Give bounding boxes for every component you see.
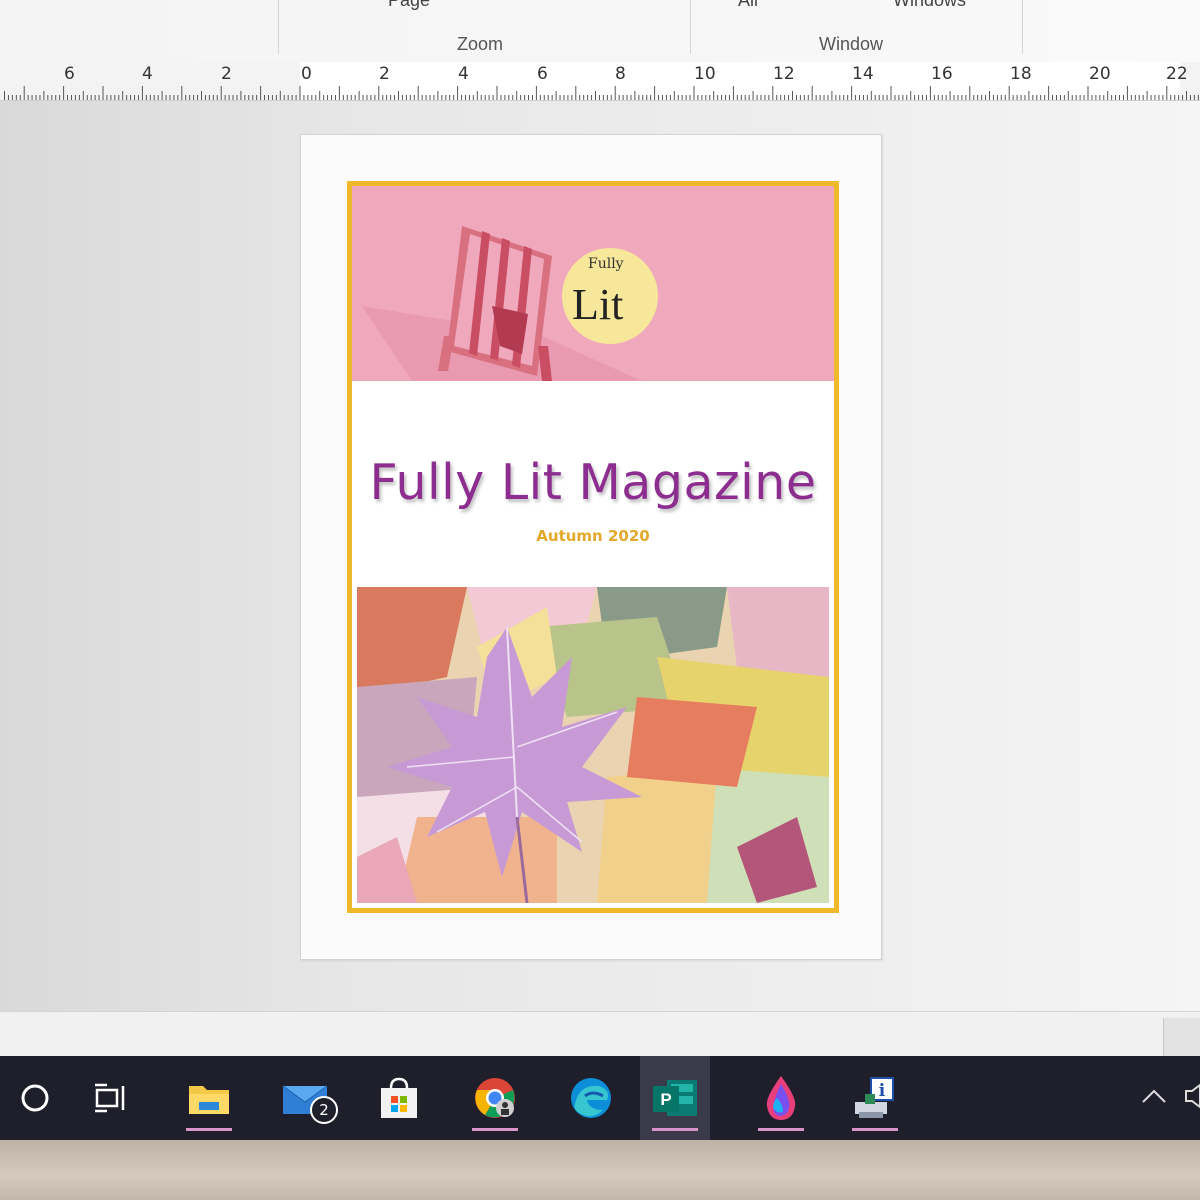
ribbon: Page All Windows Zoom Window [0, 0, 1200, 63]
running-indicator [852, 1128, 898, 1131]
edge-icon [569, 1076, 613, 1120]
ruler-number: 4 [142, 64, 153, 84]
ribbon-button-page[interactable]: Page [388, 0, 430, 11]
running-indicator [472, 1128, 518, 1131]
search-circle-icon [19, 1082, 51, 1114]
store-bag-icon [377, 1076, 421, 1120]
taskbar-mail[interactable]: 2 [270, 1056, 340, 1140]
ruler-number: 0 [301, 64, 312, 84]
ruler-number: 8 [615, 64, 626, 84]
monitor-bezel [0, 1140, 1200, 1200]
ribbon-separator [278, 0, 279, 54]
ruler-number: 22 [1166, 64, 1188, 84]
ribbon-separator [1022, 0, 1023, 54]
status-bar [0, 1011, 1200, 1057]
mail-unread-badge: 2 [310, 1096, 338, 1124]
ribbon-button-all[interactable]: All [738, 0, 758, 11]
ribbon-separator [690, 0, 691, 54]
logo-large-text: Lit [572, 280, 624, 329]
running-indicator [186, 1128, 232, 1131]
publisher-letter: P [660, 1090, 671, 1109]
taskbar-edge[interactable] [556, 1056, 626, 1140]
taskbar-search[interactable] [0, 1056, 70, 1140]
taskbar-file-explorer[interactable] [174, 1056, 244, 1140]
document-canvas[interactable]: Fully Lit Fully Lit Magazine Autumn 2020 [0, 101, 1200, 1011]
cover-subtitle[interactable]: Autumn 2020 [352, 527, 834, 545]
taskbar-task-view[interactable] [76, 1056, 146, 1140]
ruler-number: 6 [537, 64, 548, 84]
ruler-number: 20 [1089, 64, 1111, 84]
scrollbar-corner[interactable] [1163, 1018, 1200, 1056]
taskbar-info-app[interactable]: i [840, 1056, 910, 1140]
ruler-number: 10 [694, 64, 716, 84]
ruler-number: 14 [852, 64, 874, 84]
ribbon-group-window: Window [819, 34, 884, 54]
magazine-cover[interactable]: Fully Lit Fully Lit Magazine Autumn 2020 [347, 181, 839, 913]
cover-banner[interactable]: Fully Lit [352, 186, 834, 381]
ruler-number: 18 [1010, 64, 1032, 84]
ribbon-button-windows[interactable]: Windows [893, 0, 966, 11]
cover-title[interactable]: Fully Lit Magazine [352, 454, 834, 511]
ruler-number: 16 [931, 64, 953, 84]
info-printer-icon: i [851, 1076, 899, 1120]
autumn-leaves-image[interactable] [357, 587, 829, 903]
tray-show-hidden-icons[interactable] [1134, 1056, 1174, 1140]
taskbar-paint-3d[interactable] [746, 1056, 816, 1140]
task-view-icon [93, 1082, 129, 1114]
info-letter: i [879, 1081, 886, 1101]
running-indicator [758, 1128, 804, 1131]
running-indicator [652, 1128, 698, 1131]
ruler-number: 2 [221, 64, 232, 84]
publisher-icon: P [651, 1076, 699, 1120]
taskbar-publisher[interactable]: P [640, 1056, 710, 1140]
chevron-up-icon [1141, 1087, 1167, 1110]
speaker-icon [1178, 1083, 1200, 1114]
logo-small-text: Fully [588, 256, 624, 272]
taskbar-microsoft-store[interactable] [364, 1056, 434, 1140]
ruler-number: 12 [773, 64, 795, 84]
tray-volume[interactable] [1172, 1056, 1200, 1140]
publication-page[interactable]: Fully Lit Fully Lit Magazine Autumn 2020 [300, 134, 882, 960]
ruler-number: 2 [379, 64, 390, 84]
taskbar-chrome[interactable] [460, 1056, 530, 1140]
leaves-illustration [357, 587, 829, 903]
folder-icon [187, 1080, 231, 1116]
ruler-number: 4 [458, 64, 469, 84]
ribbon-group-zoom: Zoom [457, 34, 504, 54]
chrome-icon [473, 1076, 517, 1120]
ruler-number: 6 [64, 64, 75, 84]
horizontal-ruler[interactable]: 6 4 2 0 2 4 6 8 10 12 14 16 18 20 22 [0, 62, 1200, 101]
taskbar: 2 P i [0, 1056, 1200, 1140]
paint-drop-icon [761, 1074, 801, 1122]
